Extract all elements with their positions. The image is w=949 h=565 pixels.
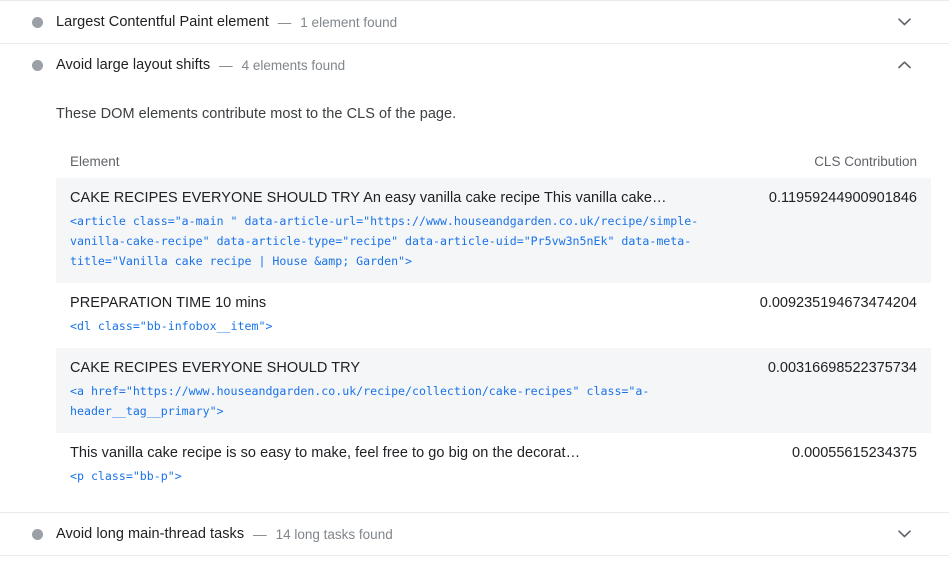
node-snippet: <article class="a-main " data-article-ur… — [70, 214, 699, 268]
audit-description: These DOM elements contribute most to th… — [56, 106, 457, 122]
node-text: This vanilla cake recipe is so easy to m… — [70, 445, 581, 461]
audit-subtitle: 14 long tasks found — [275, 526, 393, 542]
table-cell-element: PREPARATION TIME 10 mins <dl class="bb-i… — [70, 294, 760, 336]
table-row[interactable]: This vanilla cake recipe is so easy to m… — [56, 433, 931, 498]
node-snippet: <p class="bb-p"> — [70, 469, 182, 483]
audit-section-avoid-long-main-thread-tasks: Avoid long main-thread tasks — 14 long t… — [0, 512, 949, 555]
table-row[interactable]: CAKE RECIPES EVERYONE SHOULD TRY An easy… — [56, 178, 931, 283]
column-header-cls-contribution: CLS Contribution — [814, 154, 917, 169]
audit-dash: — — [219, 57, 233, 73]
audit-status-bullet-icon — [32, 59, 43, 71]
chevron-down-icon[interactable] — [897, 527, 911, 541]
node-text: PREPARATION TIME 10 mins — [70, 295, 267, 311]
audit-dash: — — [277, 14, 292, 30]
audit-section-avoid-large-layout-shifts: Avoid large layout shifts — 4 elements f… — [0, 43, 949, 512]
audit-title: Avoid long main-thread tasks — [56, 526, 245, 542]
table-cell-element: CAKE RECIPES EVERYONE SHOULD TRY <a href… — [70, 359, 768, 421]
node-text: CAKE RECIPES EVERYONE SHOULD TRY — [70, 360, 361, 376]
table-cell-cls-contribution: 0.009235194673474204 — [759, 295, 917, 311]
audit-body: These DOM elements contribute most to th… — [0, 86, 949, 512]
table-cell-cls-contribution: 0.00055615234375 — [792, 445, 917, 461]
chevron-up-icon[interactable] — [897, 58, 911, 72]
node-text: CAKE RECIPES EVERYONE SHOULD TRY An easy… — [70, 190, 667, 206]
audit-header-avoid-long-main-thread-tasks[interactable]: Avoid long main-thread tasks — 14 long t… — [0, 513, 949, 555]
audit-subtitle: 4 elements found — [241, 57, 346, 73]
audit-status-bullet-icon — [32, 16, 43, 28]
audit-status-bullet-icon — [32, 528, 43, 540]
node-snippet: <a href="https://www.houseandgarden.co.u… — [70, 384, 650, 418]
table-row[interactable]: CAKE RECIPES EVERYONE SHOULD TRY <a href… — [56, 348, 931, 433]
audit-dash: — — [253, 526, 267, 542]
table-cell-cls-contribution: 0.00316698522375734 — [767, 360, 917, 376]
audit-header-avoid-large-layout-shifts[interactable]: Avoid large layout shifts — 4 elements f… — [0, 44, 949, 86]
chevron-down-icon[interactable] — [897, 15, 911, 29]
column-header-element: Element — [70, 154, 120, 169]
table-cell-element: CAKE RECIPES EVERYONE SHOULD TRY An easy… — [70, 189, 769, 271]
table-row[interactable]: PREPARATION TIME 10 mins <dl class="bb-i… — [56, 283, 931, 348]
audit-title: Avoid large layout shifts — [56, 57, 211, 73]
table-bottom-spacer — [24, 498, 925, 512]
audit-subtitle: 1 element found — [300, 14, 398, 30]
audit-title: Largest Contentful Paint element — [56, 14, 269, 30]
audit-list-bottom-divider — [0, 555, 949, 556]
table-cell-element: This vanilla cake recipe is so easy to m… — [70, 444, 792, 486]
node-snippet: <dl class="bb-infobox__item"> — [70, 319, 273, 333]
lighthouse-audit-panel: Largest Contentful Paint element — 1 ele… — [0, 0, 949, 565]
cls-contribution-table: Element CLS Contribution CAKE RECIPES EV… — [56, 154, 931, 498]
audit-section-largest-contentful-paint-element: Largest Contentful Paint element — 1 ele… — [0, 0, 949, 43]
audit-header-largest-contentful-paint-element[interactable]: Largest Contentful Paint element — 1 ele… — [0, 1, 949, 43]
table-cell-cls-contribution: 0.11959244900901846 — [768, 190, 917, 206]
table-header-row: Element CLS Contribution — [56, 154, 931, 178]
